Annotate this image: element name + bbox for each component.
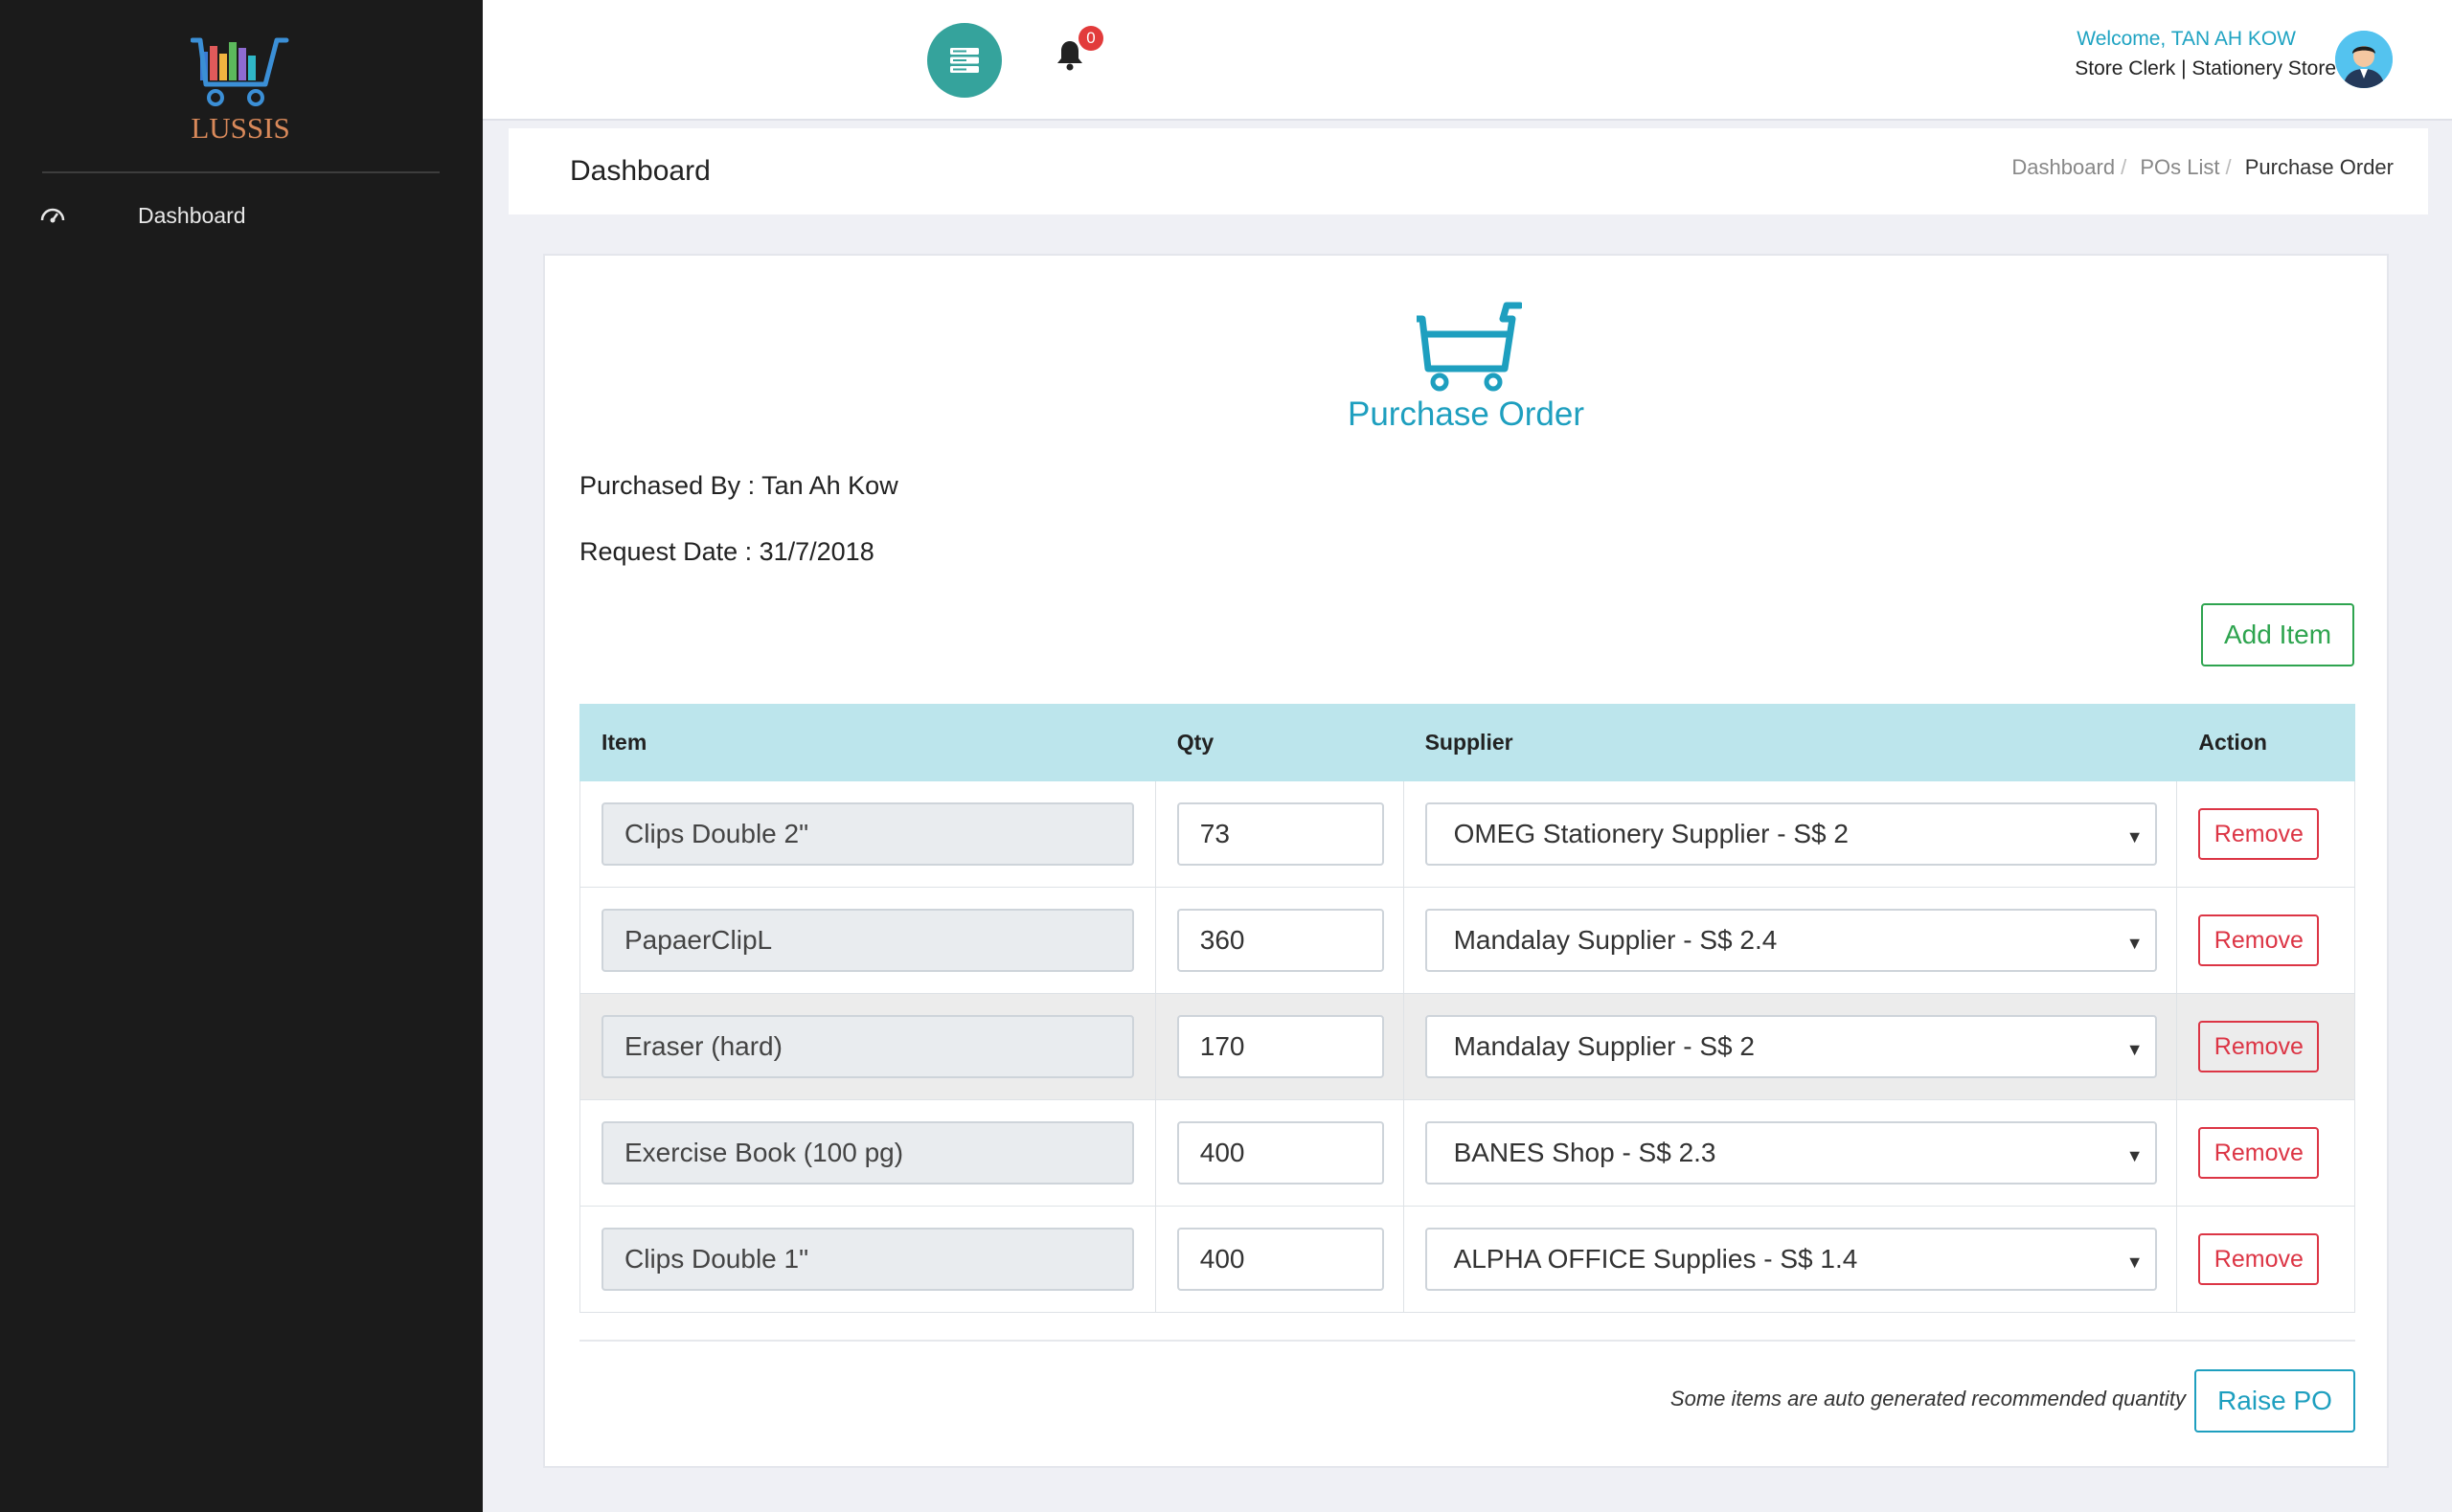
remove-button[interactable]: Remove bbox=[2198, 808, 2320, 860]
remove-button[interactable]: Remove bbox=[2198, 914, 2320, 966]
page-title: Dashboard bbox=[570, 155, 711, 187]
table-row: PapaerClipL 360 Mandalay Supplier - S$ 2… bbox=[579, 887, 2355, 994]
table-row: Eraser (hard) 170 Mandalay Supplier - S$… bbox=[579, 993, 2355, 1100]
supplier-select[interactable]: Mandalay Supplier - S$ 2 ▼ bbox=[1424, 1015, 2157, 1078]
dropdown-caret-icon: ▼ bbox=[2125, 1040, 2144, 1059]
dashboard-gauge-icon bbox=[40, 207, 65, 229]
table-row: Clips Double 1" 400 ALPHA OFFICE Supplie… bbox=[579, 1206, 2355, 1313]
po-items-table: Item Qty Supplier Action Clips Double 2"… bbox=[579, 704, 2355, 1313]
purchase-order-card: Purchase Order Purchased By : Tan Ah Kow… bbox=[543, 254, 2389, 1468]
breadcrumb: Dashboard / POs List / Purchase Order bbox=[2011, 155, 2394, 179]
column-header-action: Action bbox=[2176, 704, 2355, 781]
remove-button[interactable]: Remove bbox=[2198, 1127, 2320, 1179]
cart-icon bbox=[1413, 302, 1524, 396]
raise-po-button[interactable]: Raise PO bbox=[2194, 1369, 2355, 1433]
item-name-field: PapaerClipL bbox=[602, 909, 1134, 972]
table-row: Exercise Book (100 pg) 400 BANES Shop - … bbox=[579, 1099, 2355, 1207]
notification-count-badge: 0 bbox=[1078, 26, 1103, 51]
supplier-select[interactable]: Mandalay Supplier - S$ 2.4 ▼ bbox=[1424, 909, 2157, 972]
qty-input[interactable]: 400 bbox=[1176, 1121, 1384, 1185]
sidebar-item-dashboard[interactable]: Dashboard bbox=[0, 192, 483, 241]
brand-logo[interactable]: LUSSIS bbox=[188, 34, 293, 149]
recommended-quantity-note: Some items are auto generated recommende… bbox=[1669, 1387, 2186, 1410]
brand-name: LUSSIS bbox=[191, 111, 290, 145]
dropdown-caret-icon: ▼ bbox=[2125, 934, 2144, 953]
supplier-select-value: BANES Shop - S$ 2.3 bbox=[1453, 1138, 1716, 1167]
remove-button[interactable]: Remove bbox=[2198, 1233, 2320, 1285]
breadcrumb-pos-list-link[interactable]: POs List bbox=[2140, 155, 2219, 179]
add-item-button[interactable]: Add Item bbox=[2201, 603, 2354, 666]
remove-button[interactable]: Remove bbox=[2198, 1021, 2320, 1072]
purchased-by-text: Purchased By : Tan Ah Kow bbox=[579, 471, 898, 500]
dropdown-caret-icon: ▼ bbox=[2125, 827, 2144, 846]
breadcrumb-current: Purchase Order bbox=[2244, 155, 2394, 179]
user-avatar[interactable] bbox=[2335, 31, 2393, 88]
table-row: Clips Double 2" 73 OMEG Stationery Suppl… bbox=[579, 780, 2355, 888]
sidebar-divider bbox=[42, 171, 440, 173]
supplier-select[interactable]: BANES Shop - S$ 2.3 ▼ bbox=[1424, 1121, 2157, 1185]
supplier-select-value: Mandalay Supplier - S$ 2 bbox=[1453, 1031, 1755, 1061]
dropdown-caret-icon: ▼ bbox=[2125, 1252, 2144, 1272]
supplier-select-value: OMEG Stationery Supplier - S$ 2 bbox=[1453, 819, 1849, 848]
qty-input[interactable]: 73 bbox=[1176, 802, 1384, 866]
server-menu-icon bbox=[950, 48, 979, 73]
supplier-select-value: ALPHA OFFICE Supplies - S$ 1.4 bbox=[1453, 1244, 1858, 1274]
qty-input[interactable]: 360 bbox=[1176, 909, 1384, 972]
user-role-text: Store Clerk | Stationery Store bbox=[2075, 57, 2336, 79]
sidebar: LUSSIS Dashboard bbox=[0, 0, 483, 1512]
breadcrumb-dashboard-link[interactable]: Dashboard bbox=[2011, 155, 2115, 179]
dropdown-caret-icon: ▼ bbox=[2125, 1146, 2144, 1165]
qty-input[interactable]: 170 bbox=[1176, 1015, 1384, 1078]
footer-divider bbox=[579, 1340, 2355, 1342]
menu-toggle-button[interactable] bbox=[927, 23, 1002, 98]
request-date-text: Request Date : 31/7/2018 bbox=[579, 537, 874, 566]
item-name-field: Exercise Book (100 pg) bbox=[602, 1121, 1134, 1185]
supplier-select[interactable]: ALPHA OFFICE Supplies - S$ 1.4 ▼ bbox=[1424, 1228, 2157, 1291]
sidebar-item-label: Dashboard bbox=[138, 203, 246, 228]
shopping-cart-logo-icon bbox=[191, 37, 289, 106]
item-name-field: Clips Double 2" bbox=[602, 802, 1134, 866]
item-name-field: Clips Double 1" bbox=[602, 1228, 1134, 1291]
supplier-select-value: Mandalay Supplier - S$ 2.4 bbox=[1453, 925, 1778, 955]
column-header-qty: Qty bbox=[1154, 704, 1404, 781]
qty-input[interactable]: 400 bbox=[1176, 1228, 1384, 1291]
purchase-order-title: Purchase Order bbox=[1347, 395, 1585, 433]
user-avatar-icon bbox=[2335, 31, 2393, 88]
column-header-supplier: Supplier bbox=[1402, 704, 2178, 781]
item-name-field: Eraser (hard) bbox=[602, 1015, 1134, 1078]
table-header-row: Item Qty Supplier Action bbox=[579, 704, 2355, 781]
topbar: 0 Welcome, TAN AH KOW Store Clerk | Stat… bbox=[483, 0, 2452, 121]
welcome-text: Welcome, TAN AH KOW bbox=[2077, 28, 2296, 50]
page-header: Dashboard Dashboard / POs List / Purchase … bbox=[509, 128, 2428, 214]
supplier-select[interactable]: OMEG Stationery Supplier - S$ 2 ▼ bbox=[1424, 802, 2157, 866]
column-header-item: Item bbox=[579, 704, 1156, 781]
